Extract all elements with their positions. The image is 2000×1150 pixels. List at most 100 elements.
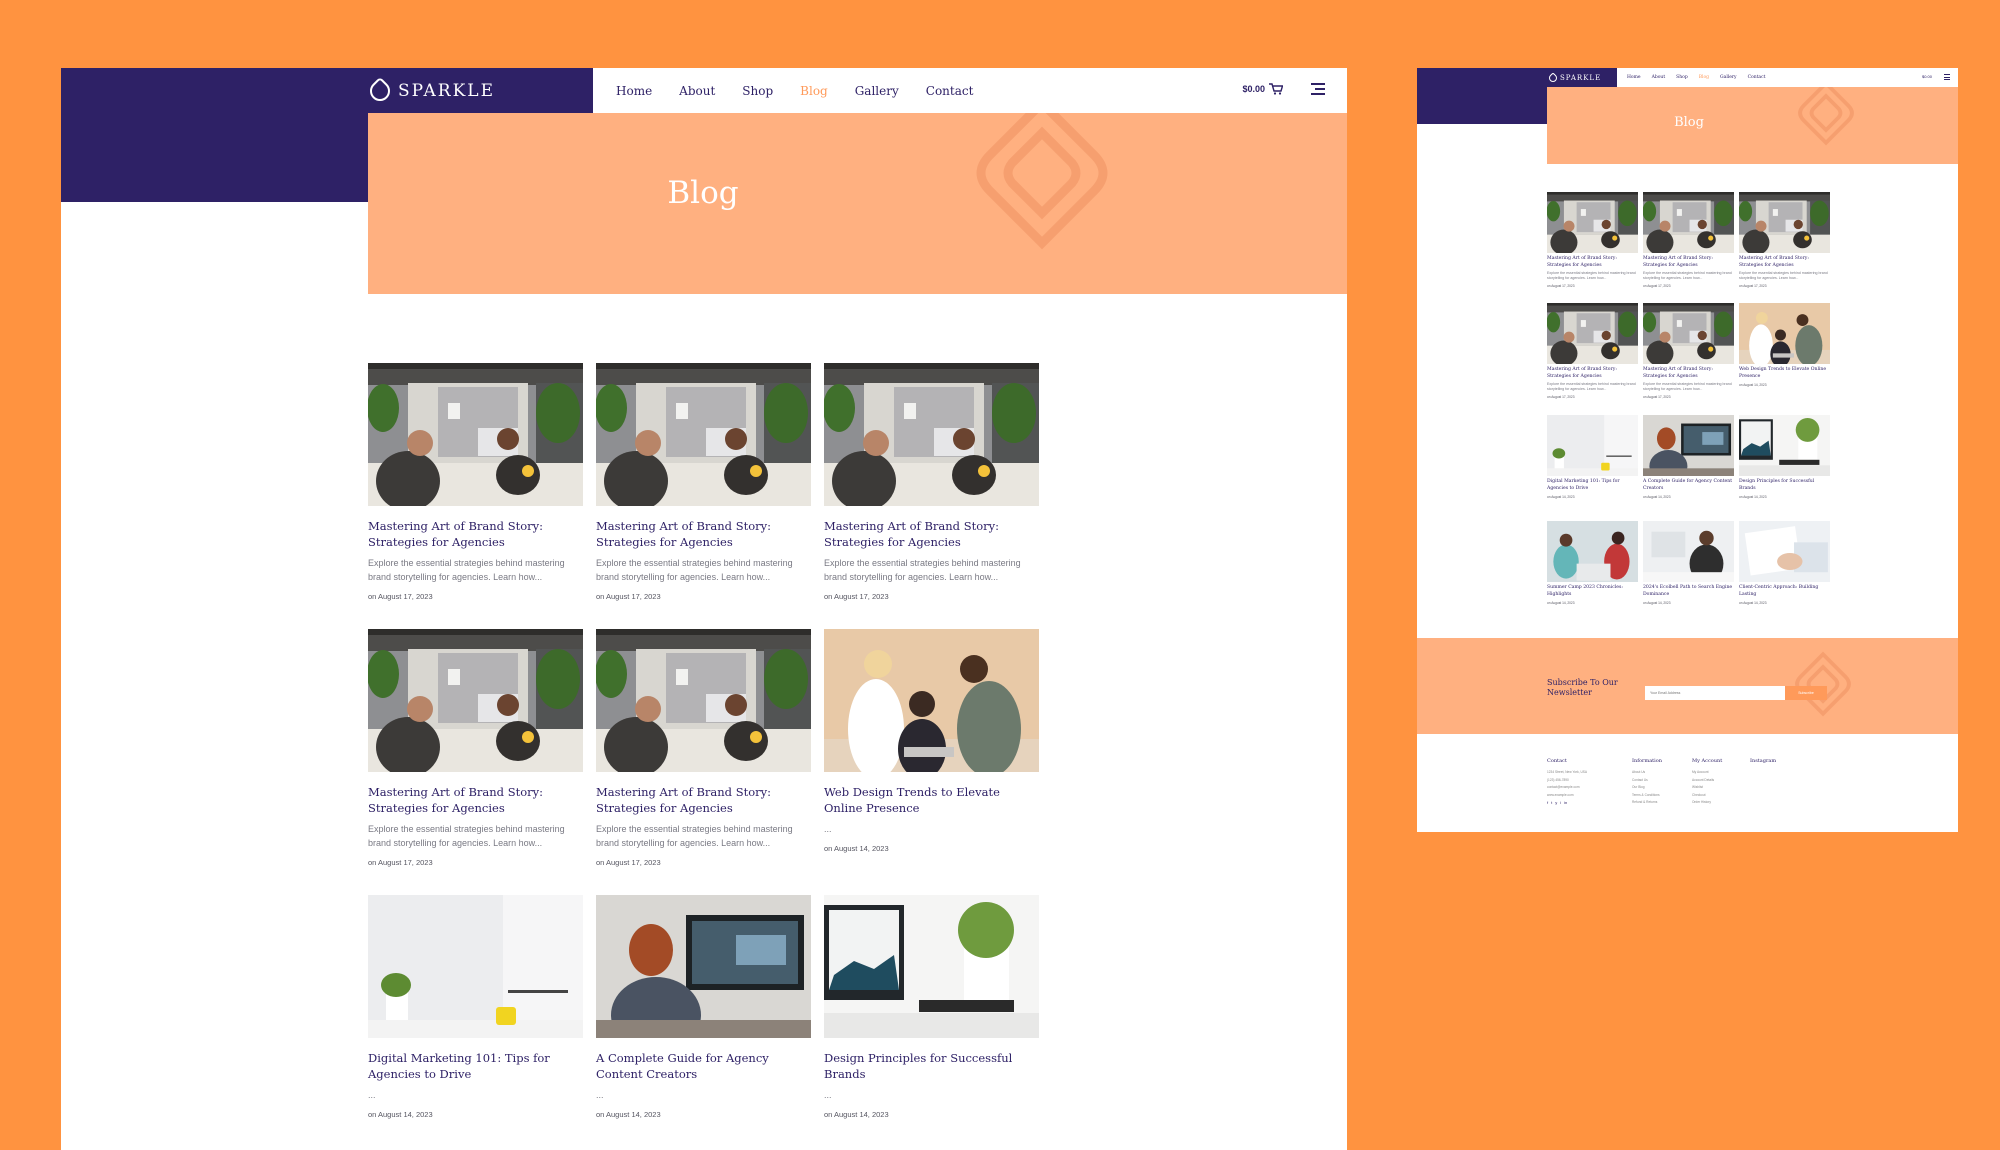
blog-card-title[interactable]: Mastering Art of Brand Story: Strategies… [1643,256,1734,269]
logo[interactable]: SPARKLE [365,68,593,113]
blog-card-image[interactable] [1739,415,1830,476]
logo-text: SPARKLE [398,80,495,101]
blog-card-date: on August 14, 2023 [1739,383,1767,387]
blog-card-title[interactable]: A Complete Guide for Agency Content Crea… [1643,479,1734,492]
subscribe-button[interactable]: Subscribe [1785,686,1827,700]
blog-card-image[interactable] [1739,192,1830,253]
blog-card[interactable]: Summer Camp 2023 Chronicles: Highlights o… [1547,521,1638,605]
blog-card-title[interactable]: 2024's Ecolbell Path to Search Engine Do… [1643,585,1734,598]
blog-card[interactable]: Mastering Art of Brand Story: Strategies… [824,363,1039,601]
blog-card-image[interactable] [1643,303,1734,364]
nav-contact[interactable]: Contact [926,84,974,98]
nav-shop[interactable]: Shop [742,84,773,98]
blog-card[interactable]: A Complete Guide for Agency Content Crea… [596,895,811,1119]
footer-col-information: Information About Us Contact Us Our Blog… [1632,758,1663,804]
blog-card[interactable]: Web Design Trends to Elevate Online Pres… [1739,303,1830,387]
nav-shop[interactable]: Shop [1676,75,1688,80]
blog-card-title[interactable]: A Complete Guide for Agency Content Crea… [596,1050,811,1082]
blog-card-title[interactable]: Web Design Trends to Elevate Online Pres… [824,784,1039,816]
blog-card-title[interactable]: Digital Marketing 101: Tips for Agencies… [1547,479,1638,492]
nav-about[interactable]: About [679,84,715,98]
cart-button[interactable]: $0.00 [1242,83,1283,95]
footer-col-contact: Contact 1234 Street, New York, USA (123)… [1547,758,1588,805]
blog-card-image[interactable] [1643,415,1734,476]
blog-card-date: on August 17, 2023 [596,592,661,601]
blog-card[interactable]: Mastering Art of Brand Story: Strategies… [596,363,811,601]
menu-icon[interactable] [1311,83,1325,95]
nav-gallery[interactable]: Gallery [855,84,899,98]
newsletter-email-input[interactable] [1645,686,1785,700]
blog-card-image[interactable] [596,895,811,1038]
blog-card[interactable]: Mastering Art of Brand Story: Strategies… [596,629,811,867]
blog-card[interactable]: Digital Marketing 101: Tips for Agencies… [1547,415,1638,499]
facebook-icon[interactable]: f [1547,800,1548,805]
blog-card-date: on August 17, 2023 [368,858,433,867]
blog-card-title[interactable]: Mastering Art of Brand Story: Strategies… [824,518,1039,550]
blog-card-title[interactable]: Mastering Art of Brand Story: Strategies… [1739,256,1830,269]
blog-card-image[interactable] [1547,415,1638,476]
blog-card-image[interactable] [596,363,811,506]
blog-card[interactable]: Digital Marketing 101: Tips for Agencies… [368,895,583,1119]
blog-card-excerpt: Explore the essential strategies behind … [1739,271,1828,280]
blog-card-image[interactable] [368,629,583,772]
blog-card[interactable]: Client-Centric Approach: Building Lastin… [1739,521,1830,605]
blog-card-title[interactable]: Design Principles for Successful Brands [1739,479,1830,492]
blog-card-title[interactable]: Mastering Art of Brand Story: Strategies… [1547,256,1638,269]
blog-card-title[interactable]: Digital Marketing 101: Tips for Agencies… [368,1050,583,1082]
blog-card[interactable]: Mastering Art of Brand Story: Strategies… [1547,192,1638,288]
blog-card[interactable]: Mastering Art of Brand Story: Strategies… [1643,192,1734,288]
blog-card-title[interactable]: Web Design Trends to Elevate Online Pres… [1739,367,1830,380]
blog-card[interactable]: Design Principles for Successful Brands.… [824,895,1039,1119]
blog-card-date: on August 14, 2023 [596,1110,661,1119]
blog-card-title[interactable]: Mastering Art of Brand Story: Strategies… [368,784,583,816]
nav-blog[interactable]: Blog [800,84,828,98]
blog-card[interactable]: Design Principles for Successful Brands o… [1739,415,1830,499]
blog-card-image[interactable] [368,895,583,1038]
blog-card-image[interactable] [824,895,1039,1038]
twitter-icon[interactable]: t [1551,800,1552,805]
blog-card-title[interactable]: Mastering Art of Brand Story: Strategies… [1643,367,1734,380]
blog-card[interactable]: Mastering Art of Brand Story: Strategies… [368,629,583,867]
blog-card[interactable]: A Complete Guide for Agency Content Crea… [1643,415,1734,499]
blog-card[interactable]: Mastering Art of Brand Story: Strategies… [1547,303,1638,399]
cart-button[interactable]: $0.00 [1922,74,1932,79]
nav-home[interactable]: Home [1627,75,1641,80]
blog-card-title[interactable]: Mastering Art of Brand Story: Strategies… [1547,367,1638,380]
blog-card-title[interactable]: Mastering Art of Brand Story: Strategies… [368,518,583,550]
youtube-icon[interactable]: y [1555,800,1557,805]
blog-card-image[interactable] [596,629,811,772]
blog-card[interactable]: Mastering Art of Brand Story: Strategies… [1643,303,1734,399]
blog-card-image[interactable] [824,363,1039,506]
blog-card-date: on August 17, 2023 [1547,395,1575,399]
blog-card[interactable]: 2024's Ecolbell Path to Search Engine Do… [1643,521,1734,605]
instagram-icon[interactable]: i [1560,800,1561,805]
logo[interactable]: SPARKLE [1547,68,1617,87]
nav-gallery[interactable]: Gallery [1720,75,1737,80]
blog-card-title[interactable]: Design Principles for Successful Brands [824,1050,1039,1082]
blog-card-title[interactable]: Mastering Art of Brand Story: Strategies… [596,518,811,550]
blog-card-title[interactable]: Summer Camp 2023 Chronicles: Highlights [1547,585,1638,598]
nav-contact[interactable]: Contact [1748,75,1766,80]
menu-icon[interactable] [1944,74,1950,80]
linkedin-icon[interactable]: in [1564,800,1567,805]
nav-home[interactable]: Home [616,84,652,98]
blog-card[interactable]: Web Design Trends to Elevate Online Pres… [824,629,1039,853]
nav-blog[interactable]: Blog [1699,75,1709,80]
blog-card[interactable]: Mastering Art of Brand Story: Strategies… [1739,192,1830,288]
blog-card-image[interactable] [1547,303,1638,364]
blog-card-image[interactable] [1547,192,1638,253]
blog-card-image[interactable] [1643,521,1734,582]
blog-card-date: on August 14, 2023 [1739,601,1767,605]
blog-card-image[interactable] [1739,521,1830,582]
blog-card-image[interactable] [368,363,583,506]
nav-about[interactable]: About [1652,75,1666,80]
blog-card-title[interactable]: Mastering Art of Brand Story: Strategies… [596,784,811,816]
blog-card-image[interactable] [1547,521,1638,582]
blog-card-title[interactable]: Client-Centric Approach: Building Lastin… [1739,585,1830,598]
blog-card-image[interactable] [1739,303,1830,364]
blog-card-image[interactable] [1643,192,1734,253]
blog-card[interactable]: Mastering Art of Brand Story: Strategies… [368,363,583,601]
blog-card-excerpt: ... [824,824,832,834]
logo-icon [1547,71,1559,84]
blog-card-image[interactable] [824,629,1039,772]
